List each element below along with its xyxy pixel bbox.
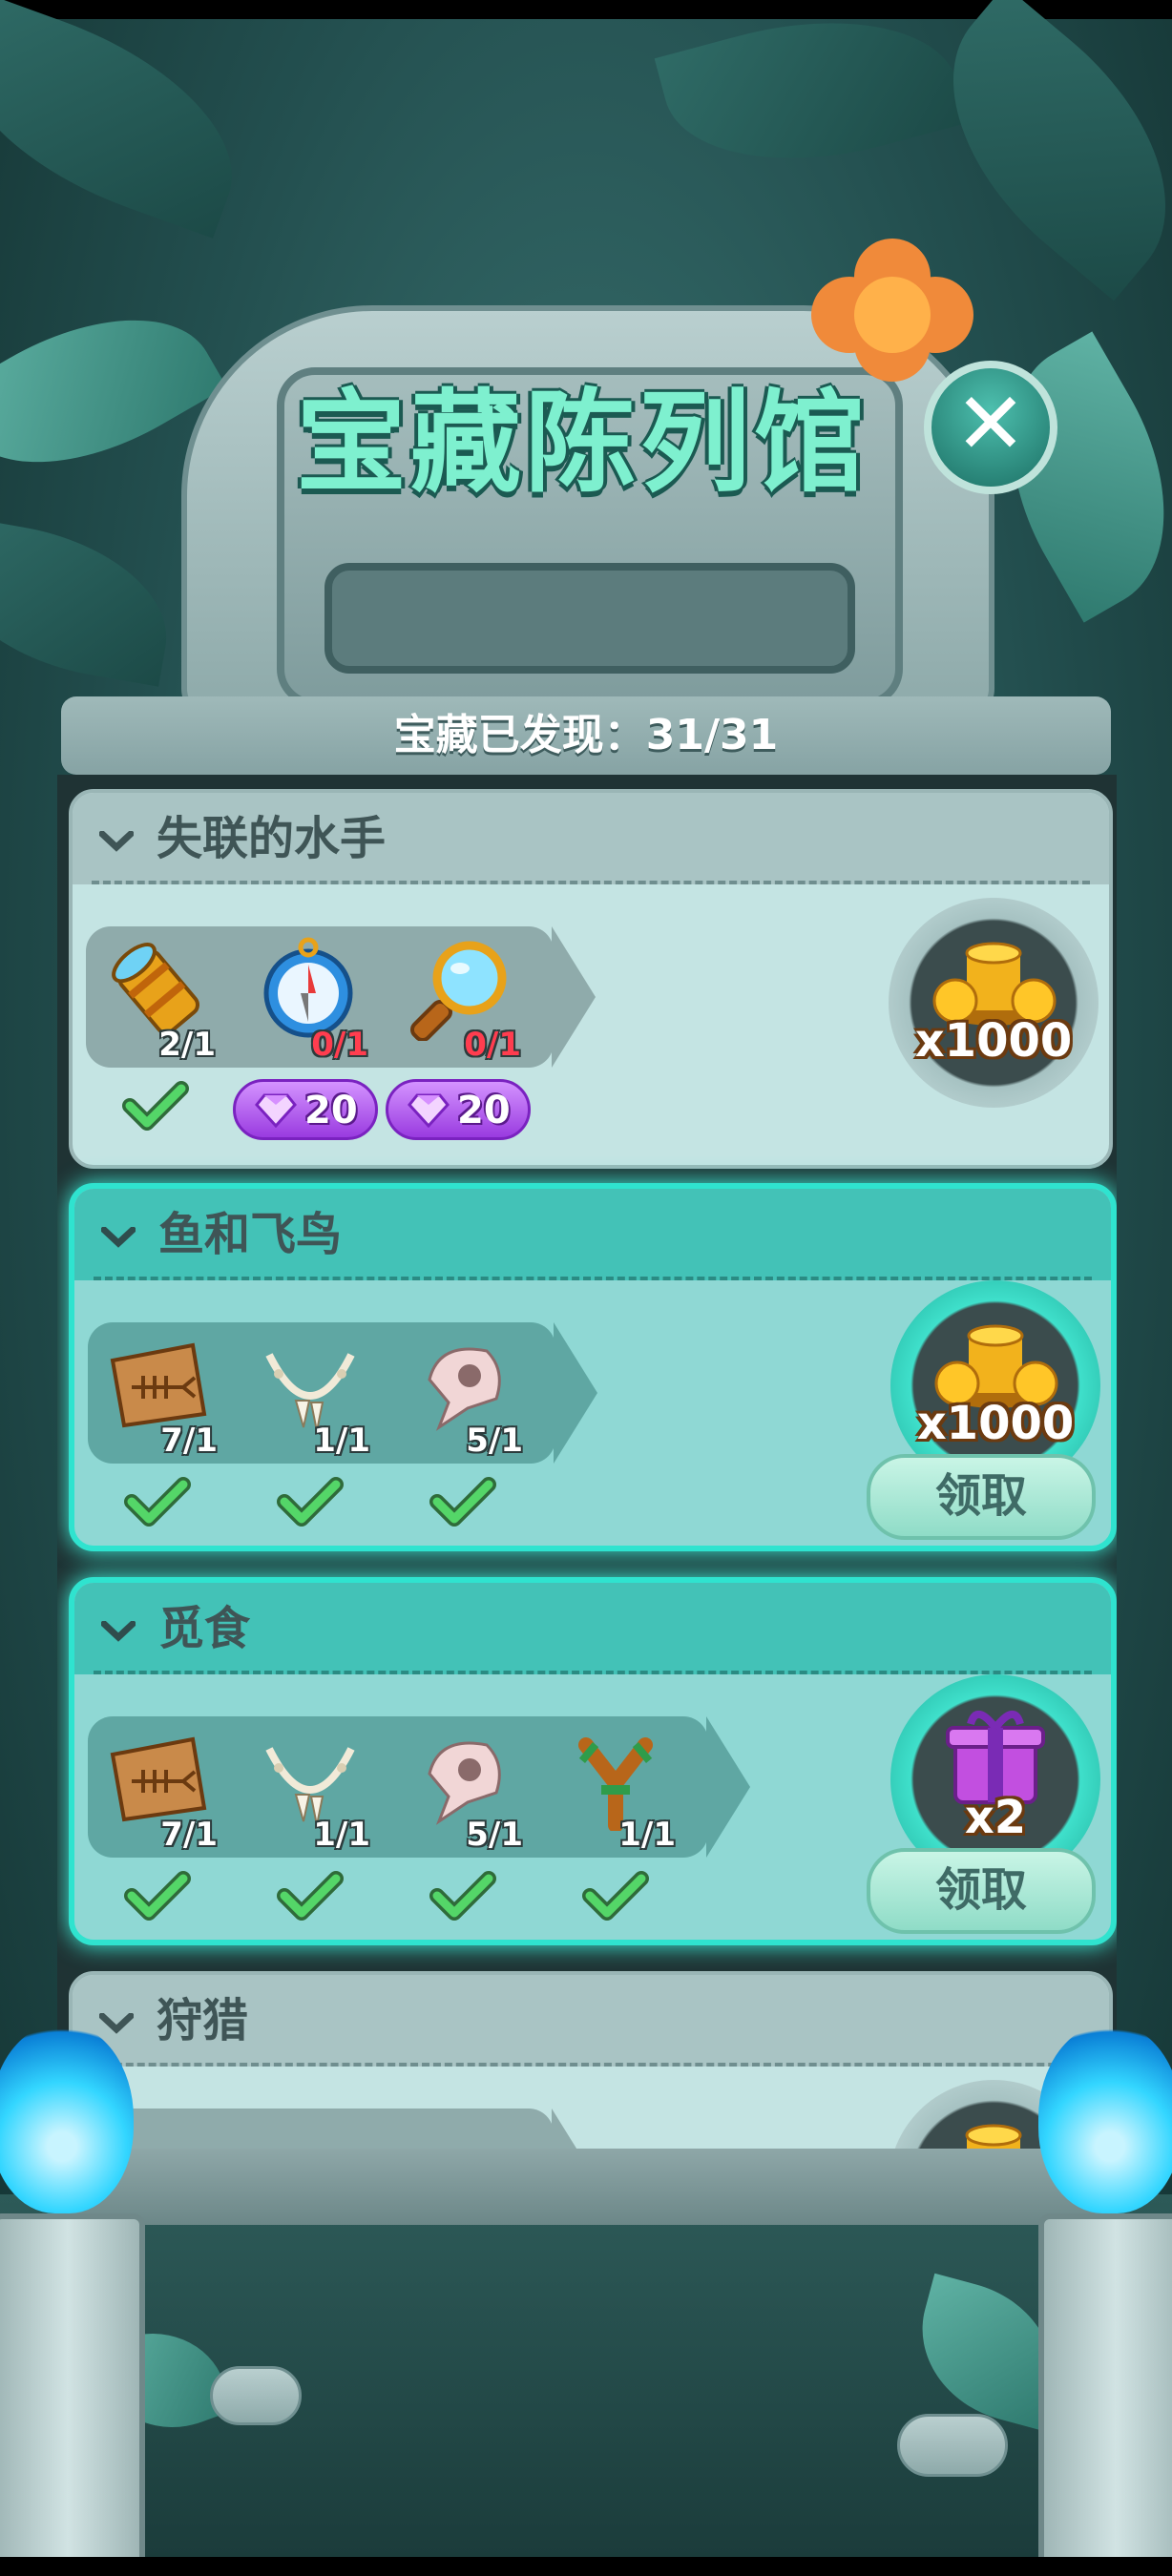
chevron-down-icon xyxy=(101,1227,136,1248)
leaf-decoration xyxy=(0,0,265,239)
check-icon xyxy=(582,1871,649,1921)
item-slot[interactable]: 0/1 xyxy=(239,926,378,1068)
check-icon xyxy=(429,1871,496,1921)
nav-strip xyxy=(0,2557,1172,2576)
gem-cost: 20 xyxy=(457,1089,511,1132)
set-name: 鱼和飞鸟 xyxy=(158,1208,343,1261)
gem-icon xyxy=(255,1093,297,1128)
chevron-down-icon xyxy=(101,1621,136,1642)
item-count: 5/1 xyxy=(466,1422,523,1460)
blue-flame-decoration xyxy=(1038,2023,1172,2213)
pillar-decoration xyxy=(0,2213,145,2568)
rock-decoration xyxy=(210,2366,302,2425)
item-slot[interactable]: 2/1 xyxy=(86,926,225,1068)
reward-badge: x1000 xyxy=(889,898,1099,1108)
pillar-decoration xyxy=(1038,2213,1172,2568)
buy-with-gems-button[interactable]: 20 xyxy=(233,1079,378,1140)
item-count: 7/1 xyxy=(160,1422,218,1460)
item-slot[interactable]: 0/1 xyxy=(391,926,531,1068)
check-icon xyxy=(429,1477,496,1527)
claim-button[interactable]: 领取 xyxy=(867,1848,1096,1934)
stone-ledge xyxy=(57,2149,1117,2225)
set-card: 狩猎 xyxy=(69,1971,1113,2149)
item-slot[interactable]: 1/1 xyxy=(241,1322,380,1464)
page-title: 宝藏陈列馆 xyxy=(296,379,869,508)
check-icon xyxy=(124,1477,191,1527)
item-count: 2/1 xyxy=(158,1026,216,1064)
set-card-header[interactable]: 鱼和飞鸟 xyxy=(74,1189,1111,1280)
chevron-down-icon xyxy=(99,831,134,852)
blue-flame-decoration xyxy=(0,2023,134,2213)
item-tray xyxy=(86,2109,554,2149)
leaf-decoration xyxy=(654,0,969,197)
check-icon xyxy=(124,1871,191,1921)
check-icon xyxy=(277,1871,344,1921)
chevron-down-icon xyxy=(99,2013,134,2034)
collection-list[interactable]: 失联的水手 2/1 0/1 0/1 20 20 x1000 鱼和飞鸟 7/1 1… xyxy=(57,775,1117,2149)
set-card-header[interactable]: 狩猎 xyxy=(73,1975,1109,2067)
flower-decoration xyxy=(811,239,973,382)
set-name: 狩猎 xyxy=(157,1994,249,2047)
item-slot[interactable]: 7/1 xyxy=(88,1322,227,1464)
discovered-counter: 宝藏已发现：31/31 xyxy=(61,696,1111,775)
item-slot[interactable]: 7/1 xyxy=(88,1716,227,1858)
leaf-decoration xyxy=(0,515,182,687)
set-card-header[interactable]: 失联的水手 xyxy=(73,793,1109,884)
item-count: 1/1 xyxy=(618,1816,676,1854)
buy-with-gems-button[interactable]: 20 xyxy=(386,1079,531,1140)
item-count: 7/1 xyxy=(160,1816,218,1854)
set-card: 鱼和飞鸟 7/1 1/1 5/1 x1000 领取 xyxy=(69,1183,1117,1551)
gem-cost: 20 xyxy=(304,1089,358,1132)
item-count: 1/1 xyxy=(313,1816,370,1854)
item-slot[interactable]: 1/1 xyxy=(546,1716,685,1858)
item-count: 0/1 xyxy=(464,1026,521,1064)
set-name: 觅食 xyxy=(158,1602,251,1655)
claim-button[interactable]: 领取 xyxy=(867,1454,1096,1540)
item-slot[interactable]: 5/1 xyxy=(393,1716,533,1858)
check-icon xyxy=(122,1081,189,1131)
discovered-label: 宝藏已发现： xyxy=(393,711,646,759)
reward-amount: x2 xyxy=(964,1791,1027,1844)
set-card-header[interactable]: 觅食 xyxy=(74,1583,1111,1674)
game-screen: 宝藏陈列馆 ✕ 宝藏已发现：31/31 失联的水手 2/1 0/1 0/1 20… xyxy=(0,0,1172,2576)
set-card: 觅食 7/1 1/1 5/1 1/1 x2 领取 xyxy=(69,1577,1117,1945)
set-card: 失联的水手 2/1 0/1 0/1 20 20 x1000 xyxy=(69,789,1113,1169)
check-icon xyxy=(277,1477,344,1527)
item-slot[interactable]: 1/1 xyxy=(241,1716,380,1858)
reward-amount: x1000 xyxy=(916,1397,1075,1450)
plaque-grooves xyxy=(324,563,855,674)
set-name: 失联的水手 xyxy=(157,812,387,865)
item-slot[interactable]: 5/1 xyxy=(393,1322,533,1464)
rock-decoration xyxy=(897,2414,1008,2477)
item-count: 1/1 xyxy=(313,1422,370,1460)
item-count: 0/1 xyxy=(311,1026,368,1064)
item-count: 5/1 xyxy=(466,1816,523,1854)
discovered-value: 31/31 xyxy=(645,711,779,759)
reward-amount: x1000 xyxy=(914,1014,1073,1068)
gem-icon xyxy=(408,1093,450,1128)
close-button[interactable]: ✕ xyxy=(924,361,1057,494)
